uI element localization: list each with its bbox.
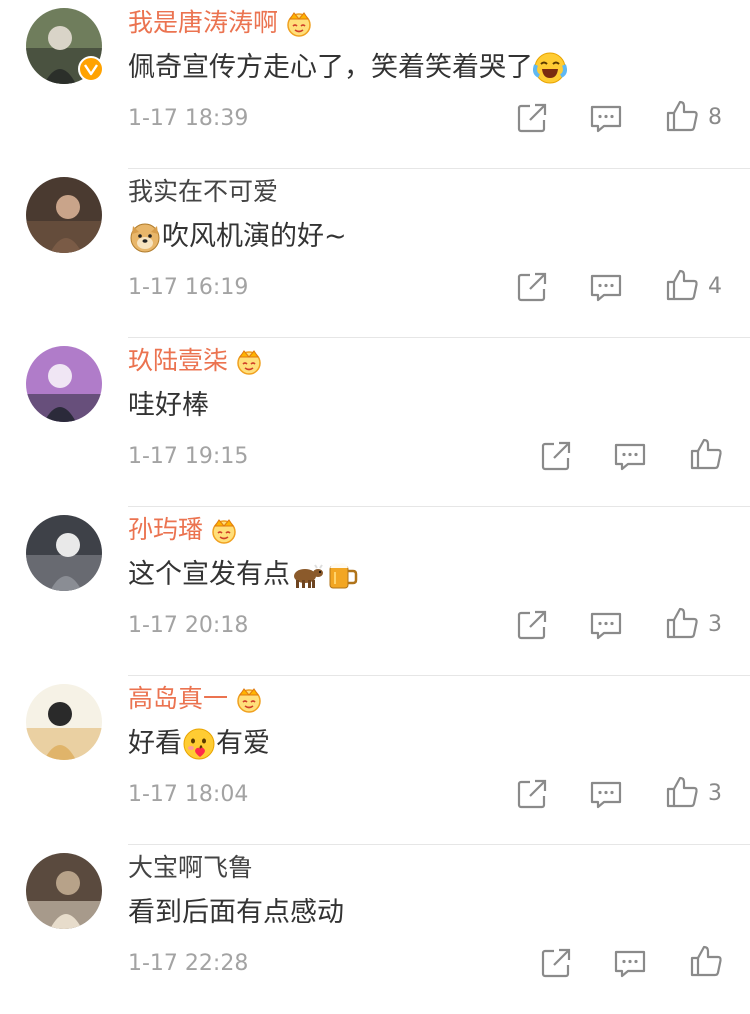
comment-content: 哇好棒	[128, 386, 209, 426]
avatar[interactable]	[26, 346, 102, 422]
share-button[interactable]	[538, 438, 574, 474]
reply-button[interactable]	[588, 776, 624, 812]
comment-icon	[588, 607, 624, 643]
share-button[interactable]	[538, 945, 574, 981]
username-text[interactable]: 孙玙璠	[128, 513, 203, 547]
comment-icon	[588, 100, 624, 136]
reply-button[interactable]	[588, 607, 624, 643]
share-icon	[514, 269, 550, 305]
comment-text-tail: 吹风机演的好~	[162, 221, 347, 252]
like-count: 3	[708, 612, 722, 637]
like-button[interactable]: 8	[664, 100, 722, 136]
comment-content: 看到后面有点感动	[128, 893, 344, 933]
thumbs-up-icon	[664, 605, 700, 645]
comment-author[interactable]: 我是唐涛涛啊	[128, 6, 314, 40]
comment-item: 孙玙璠 这个宣发有点 1-17 20:18 3	[0, 507, 750, 676]
reply-button[interactable]	[612, 438, 648, 474]
share-icon	[514, 776, 550, 812]
like-count: 3	[708, 781, 722, 806]
thumbs-up-icon	[664, 98, 700, 138]
username-text[interactable]: 我实在不可爱	[128, 175, 278, 209]
reply-button[interactable]	[588, 100, 624, 136]
avatar[interactable]	[26, 515, 102, 591]
comment-author[interactable]: 高岛真一	[128, 682, 264, 716]
username-text[interactable]: 我是唐涛涛啊	[128, 6, 278, 40]
comment-item: 玖陆壹柒 哇好棒 1-17 19:15	[0, 338, 750, 507]
comment-item: 高岛真一 好看 有爱 1-17 18:04 3	[0, 676, 750, 845]
share-icon	[514, 100, 550, 136]
like-button[interactable]: 3	[664, 776, 722, 812]
like-count: 4	[708, 274, 722, 299]
comment-content: 吹风机演的好~	[128, 217, 347, 257]
username-text[interactable]: 高岛真一	[128, 682, 228, 716]
avatar[interactable]	[26, 684, 102, 760]
comment-timestamp: 1-17 16:19	[128, 275, 249, 300]
comment-icon	[588, 269, 624, 305]
avatar[interactable]	[26, 177, 102, 253]
comment-author[interactable]: 孙玙璠	[128, 513, 239, 547]
share-button[interactable]	[514, 269, 550, 305]
crown-icon	[284, 9, 314, 37]
comment-timestamp: 1-17 22:28	[128, 951, 249, 976]
comment-item: 我实在不可爱 吹风机演的好~ 1-17 16:19 4	[0, 169, 750, 338]
comment-timestamp: 1-17 18:39	[128, 106, 249, 131]
like-button[interactable]: 3	[664, 607, 722, 643]
thumbs-up-icon	[688, 436, 724, 476]
reply-button[interactable]	[588, 269, 624, 305]
comment-content: 好看 有爱	[128, 724, 270, 764]
like-button[interactable]	[688, 945, 724, 981]
username-text[interactable]: 大宝啊飞鲁	[128, 851, 253, 885]
comment-timestamp: 1-17 20:18	[128, 613, 249, 638]
comment-item: 大宝啊飞鲁 看到后面有点感动 1-17 22:28	[0, 845, 750, 1014]
comment-text: 好看	[128, 728, 182, 759]
comment-text: 佩奇宣传方走心了，笑着笑着哭了	[128, 52, 533, 83]
comment-item: 我是唐涛涛啊 佩奇宣传方走心了，笑着笑着哭了 1-17 18:39 8	[0, 0, 750, 169]
share-button[interactable]	[514, 607, 550, 643]
comment-author[interactable]: 玖陆壹柒	[128, 344, 264, 378]
like-count: 8	[708, 105, 722, 130]
comment-text: 哇好棒	[128, 390, 209, 421]
comment-author[interactable]: 大宝啊飞鲁	[128, 851, 253, 885]
comment-icon	[612, 945, 648, 981]
comment-timestamp: 1-17 18:04	[128, 782, 249, 807]
comment-icon	[612, 438, 648, 474]
comment-text-tail: 有爱	[216, 728, 270, 759]
crown-icon	[234, 347, 264, 375]
share-button[interactable]	[514, 100, 550, 136]
share-icon	[514, 607, 550, 643]
thumbs-up-icon	[664, 267, 700, 307]
thumbs-up-icon	[664, 774, 700, 814]
comment-text: 看到后面有点感动	[128, 897, 344, 928]
cow-icon	[290, 558, 324, 592]
comment-icon	[588, 776, 624, 812]
comment-content: 佩奇宣传方走心了，笑着笑着哭了	[128, 48, 567, 88]
love-face-icon	[182, 727, 216, 761]
laughing-crying-icon	[533, 51, 567, 85]
doge-icon	[128, 220, 162, 254]
share-icon	[538, 945, 574, 981]
share-icon	[538, 438, 574, 474]
crown-icon	[209, 516, 239, 544]
comment-list: 我是唐涛涛啊 佩奇宣传方走心了，笑着笑着哭了 1-17 18:39 8 我实在不可…	[0, 0, 750, 983]
comment-text: 这个宣发有点	[128, 559, 290, 590]
crown-icon	[234, 685, 264, 713]
like-button[interactable]	[688, 438, 724, 474]
verified-badge-icon	[78, 56, 104, 82]
beer-icon	[324, 558, 358, 592]
comment-author[interactable]: 我实在不可爱	[128, 175, 278, 209]
thumbs-up-icon	[688, 943, 724, 983]
username-text[interactable]: 玖陆壹柒	[128, 344, 228, 378]
comment-timestamp: 1-17 19:15	[128, 444, 249, 469]
avatar[interactable]	[26, 853, 102, 929]
like-button[interactable]: 4	[664, 269, 722, 305]
comment-content: 这个宣发有点	[128, 555, 358, 595]
share-button[interactable]	[514, 776, 550, 812]
reply-button[interactable]	[612, 945, 648, 981]
